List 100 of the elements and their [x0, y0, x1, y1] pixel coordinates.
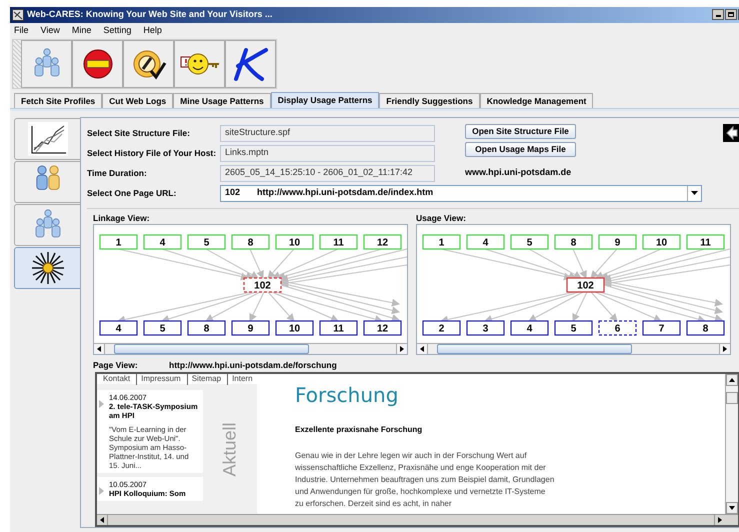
- bullet-icon: [99, 400, 104, 408]
- nav-link[interactable]: Kontakt: [103, 374, 130, 385]
- text-field[interactable]: 2605_05_14_15:25:10 - 2606_01_02_11:17:42: [220, 164, 435, 182]
- graph-node[interactable]: 11: [319, 234, 358, 250]
- open-file-button[interactable]: Open Usage Maps File: [465, 142, 576, 157]
- toolbar-grip[interactable]: [13, 40, 21, 88]
- menu-item[interactable]: Help: [143, 24, 162, 38]
- app-icon: [12, 8, 24, 21]
- field-label: Select One Page URL:: [87, 186, 178, 200]
- starburst-icon: [30, 251, 64, 285]
- left-arrow-icon: [100, 517, 104, 523]
- toolbar-button[interactable]: [72, 40, 123, 88]
- menu-item[interactable]: View: [40, 24, 60, 38]
- graph-node[interactable]: 8: [554, 234, 593, 250]
- view-title: Page View:: [93, 358, 139, 372]
- graph-node[interactable]: 102: [566, 277, 605, 293]
- graph-node[interactable]: 5: [554, 320, 593, 336]
- graph-node[interactable]: 8: [231, 234, 270, 250]
- right-arrow-icon: [400, 346, 404, 352]
- tab[interactable]: Mine Usage Patterns: [173, 93, 271, 108]
- site-name: www.hpi.uni-potsdam.de: [465, 166, 572, 179]
- line-chart-icon: [28, 122, 68, 156]
- scroll-thumb[interactable]: [114, 344, 309, 354]
- graph-node[interactable]: 2: [422, 320, 461, 336]
- graph-node[interactable]: 4: [510, 320, 549, 336]
- field-label: Select History File of Your Host:: [87, 146, 218, 160]
- graph-node[interactable]: 11: [686, 234, 725, 250]
- text-field[interactable]: Links.mptn: [220, 144, 435, 162]
- page-url: http://www.hpi.uni-potsdam.de/index.htm: [257, 186, 434, 200]
- graph-node[interactable]: 10: [275, 320, 314, 336]
- graph-node[interactable]: 9: [231, 320, 270, 336]
- toolbar-button[interactable]: [225, 40, 276, 88]
- page-view-url: http://www.hpi.uni-potsdam.de/forschung: [169, 358, 337, 372]
- tab[interactable]: Knowledge Management: [480, 93, 594, 108]
- graph-node[interactable]: 8: [187, 320, 226, 336]
- scroll-thumb[interactable]: [726, 392, 738, 404]
- nav-link[interactable]: Intern: [227, 374, 253, 385]
- scroll-right-button[interactable]: [396, 344, 407, 354]
- graph-node[interactable]: 9: [598, 234, 637, 250]
- brush-stroke-logo: [232, 46, 270, 82]
- graph-node[interactable]: 12: [363, 234, 402, 250]
- left-arrow-icon: [420, 346, 424, 352]
- graph-node[interactable]: 12: [363, 320, 402, 336]
- tab[interactable]: Friendly Suggestions: [379, 93, 480, 108]
- right-arrow-icon: [723, 346, 727, 352]
- page-paragraph: Genau wie in der Lehre legen wir auch in der Forschung Wert auf wissenschaftliche Exzellenz, Praxisnähe und enge Kooperation mit der Industrie. Unternehmen beauftragen uns zum Beispiel damit, Grundlagen und Anwendungen für große, hochkomplexe und vernetzte IT-Systeme zu erforschen. Derzeit sind es acht, in naher: [295, 450, 555, 510]
- scroll-thumb[interactable]: [436, 344, 632, 354]
- graph-node[interactable]: 3: [466, 320, 505, 336]
- url-dropdown[interactable]: 102 http://www.hpi.uni-potsdam.de/index.htm: [220, 184, 702, 202]
- minimize-button[interactable]: [712, 9, 724, 20]
- toolbar-button[interactable]: [123, 40, 174, 88]
- down-arrow-icon: [729, 506, 735, 510]
- side-tab[interactable]: [14, 247, 80, 289]
- graph-node[interactable]: 6: [598, 320, 637, 336]
- graph-node[interactable]: 1: [99, 234, 138, 250]
- maximize-button[interactable]: [725, 9, 737, 20]
- bullet-icon: [99, 487, 104, 495]
- nav-link[interactable]: Impressum: [136, 374, 181, 385]
- graph-node[interactable]: 4: [99, 320, 138, 336]
- side-label: Aktuell: [218, 422, 240, 476]
- graph-node[interactable]: 10: [275, 234, 314, 250]
- scroll-left-button[interactable]: [417, 344, 428, 354]
- graph-node[interactable]: 5: [510, 234, 549, 250]
- page-id: 102: [225, 186, 242, 200]
- graph-node[interactable]: 8: [686, 320, 725, 336]
- graph-node[interactable]: 5: [143, 320, 182, 336]
- tab[interactable]: Cut Web Logs: [102, 93, 174, 108]
- view-title: Usage View:: [416, 212, 467, 224]
- scroll-left-button[interactable]: [94, 344, 105, 354]
- side-tab[interactable]: [14, 118, 80, 160]
- graph-node[interactable]: 4: [466, 234, 505, 250]
- graph-node[interactable]: 7: [642, 320, 681, 336]
- left-arrow-icon: [97, 346, 101, 352]
- up-arrow-icon: [729, 378, 735, 382]
- menu-item[interactable]: Setting: [103, 24, 132, 38]
- right-arrow-icon: [718, 517, 722, 523]
- graph-node[interactable]: 102: [243, 277, 282, 293]
- graph-node[interactable]: 10: [642, 234, 681, 250]
- back-arrow-icon[interactable]: [723, 124, 739, 142]
- graph-node[interactable]: 11: [319, 320, 358, 336]
- caret-icon: [691, 191, 698, 195]
- stop-sign-icon: [82, 48, 114, 80]
- scroll-up-button[interactable]: [726, 374, 738, 386]
- field-label: Time Duration:: [87, 166, 148, 180]
- tab[interactable]: Display Usage Patterns: [270, 92, 380, 108]
- scroll-down-button[interactable]: [726, 502, 738, 514]
- tab[interactable]: Fetch Site Profiles: [14, 93, 102, 108]
- nav-link[interactable]: Sitemap: [186, 374, 222, 385]
- graph-node[interactable]: 5: [187, 234, 226, 250]
- open-file-button[interactable]: Open Site Structure File: [465, 124, 576, 139]
- graph-node[interactable]: 4: [143, 234, 182, 250]
- graph-node[interactable]: 1: [422, 234, 461, 250]
- menu-item[interactable]: Mine: [72, 24, 92, 38]
- view-title: Linkage View:: [93, 212, 151, 224]
- field-label: Select Site Structure File:: [87, 126, 191, 140]
- scroll-right-button[interactable]: [719, 344, 730, 354]
- page-subheading: Exzellente praxisnahe Forschung: [295, 424, 424, 436]
- menu-item[interactable]: File: [14, 24, 29, 38]
- text-field[interactable]: siteStructure.spf: [220, 124, 435, 142]
- page-heading: Forschung: [295, 382, 400, 409]
